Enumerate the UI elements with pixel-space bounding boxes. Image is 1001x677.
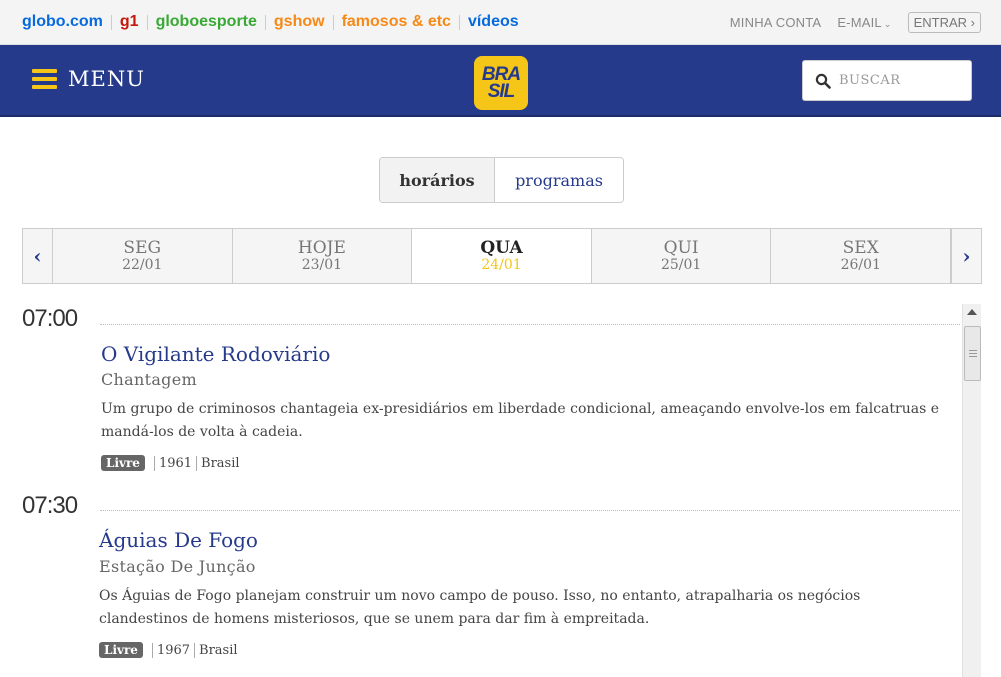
site-header: MENU BRA SIL <box>0 45 1001 117</box>
day-item[interactable]: QUI 25/01 <box>592 229 772 283</box>
day-name: SEX <box>842 238 879 258</box>
brand-link-gshow[interactable]: gshow <box>274 13 325 31</box>
canal-brasil-logo[interactable]: BRA SIL <box>474 56 528 110</box>
brand-link-famosos[interactable]: famosos & etc <box>342 13 451 31</box>
schedule-time: 07:30 <box>22 492 78 519</box>
day-name: QUI <box>663 238 699 258</box>
rating-badge: Livre <box>99 642 143 658</box>
program-meta: Livre 1961 Brasil <box>101 455 240 471</box>
meta-separator <box>196 455 198 471</box>
brand-links: globo.com g1 globoesporte gshow famosos … <box>22 13 519 31</box>
next-day-button[interactable]: › <box>951 229 981 283</box>
globo-topbar: globo.com g1 globoesporte gshow famosos … <box>0 0 1001 45</box>
day-date: 22/01 <box>122 257 163 273</box>
login-button[interactable]: ENTRAR › <box>907 12 981 33</box>
brand-separator <box>264 14 266 30</box>
day-date: 23/01 <box>301 257 343 273</box>
prev-day-button[interactable]: ‹ <box>23 229 53 283</box>
brand-separator <box>458 14 460 30</box>
day-item[interactable]: HOJE 23/01 <box>233 229 413 283</box>
program-year: 1967 <box>156 642 191 658</box>
program-meta: Livre 1967 Brasil <box>99 642 238 658</box>
episode-title: Estação De Junção <box>99 557 256 576</box>
episode-title: Chantagem <box>101 370 197 389</box>
brand-link-videos[interactable]: vídeos <box>468 13 519 31</box>
meta-separator <box>151 642 153 658</box>
tab-horarios[interactable]: horários <box>380 158 495 202</box>
rating-badge: Livre <box>101 455 145 471</box>
search-box <box>802 60 972 101</box>
day-name: QUA <box>480 238 523 258</box>
day-date: 26/01 <box>840 257 881 273</box>
program-title-link[interactable]: O Vigilante Rodoviário <box>101 342 330 366</box>
tab-programas[interactable]: programas <box>495 158 623 202</box>
day-selector: ‹ SEG 22/01 HOJE 23/01 QUA 24/01 QUI 25/… <box>22 228 982 284</box>
chevron-left-icon: ‹ <box>33 244 42 268</box>
day-item[interactable]: SEX 26/01 <box>771 229 952 283</box>
brand-separator <box>146 14 148 30</box>
brand-link-g1[interactable]: g1 <box>120 13 139 31</box>
day-name: SEG <box>123 238 162 258</box>
account-links: MINHA CONTA E-MAIL ⌄ ENTRAR › <box>730 12 981 33</box>
meta-separator <box>153 455 155 471</box>
email-menu[interactable]: E-MAIL ⌄ <box>837 15 891 30</box>
day-item-selected[interactable]: QUA 24/01 <box>412 229 592 283</box>
schedule-scrollbar[interactable] <box>962 304 981 677</box>
meta-separator <box>194 642 196 658</box>
time-divider <box>100 510 960 511</box>
search-icon <box>815 73 831 89</box>
menu-label: MENU <box>68 67 145 91</box>
email-label: E-MAIL <box>837 15 882 30</box>
chevron-right-icon: › <box>962 244 971 268</box>
program-description: Os Águias de Fogo planejam construir um … <box>99 588 861 627</box>
brand-link-globo[interactable]: globo.com <box>22 13 103 31</box>
day-date: 24/01 <box>481 257 522 273</box>
program-year: 1961 <box>158 455 193 471</box>
chevron-down-icon: ⌄ <box>883 19 892 29</box>
menu-button[interactable]: MENU <box>32 67 145 91</box>
program-country: Brasil <box>201 455 240 471</box>
brand-separator <box>332 14 334 30</box>
time-divider <box>100 324 960 325</box>
hamburger-icon <box>32 69 57 89</box>
view-toggle: horários programas <box>379 157 624 203</box>
day-item[interactable]: SEG 22/01 <box>53 229 233 283</box>
day-name: HOJE <box>297 238 346 258</box>
schedule-time: 07:00 <box>22 305 78 332</box>
search-input[interactable] <box>839 73 959 88</box>
program-description: Um grupo de criminosos chantageia ex-pre… <box>101 401 940 440</box>
scroll-thumb[interactable] <box>964 326 981 381</box>
program-title-link[interactable]: Águias De Fogo <box>99 528 258 552</box>
day-date: 25/01 <box>660 257 702 273</box>
scroll-up-arrow[interactable] <box>967 309 977 315</box>
my-account-link[interactable]: MINHA CONTA <box>730 15 822 30</box>
brand-link-globoesporte[interactable]: globoesporte <box>156 13 257 31</box>
logo-text-bottom: SIL <box>487 81 516 102</box>
brand-separator <box>110 14 112 30</box>
program-country: Brasil <box>199 642 238 658</box>
